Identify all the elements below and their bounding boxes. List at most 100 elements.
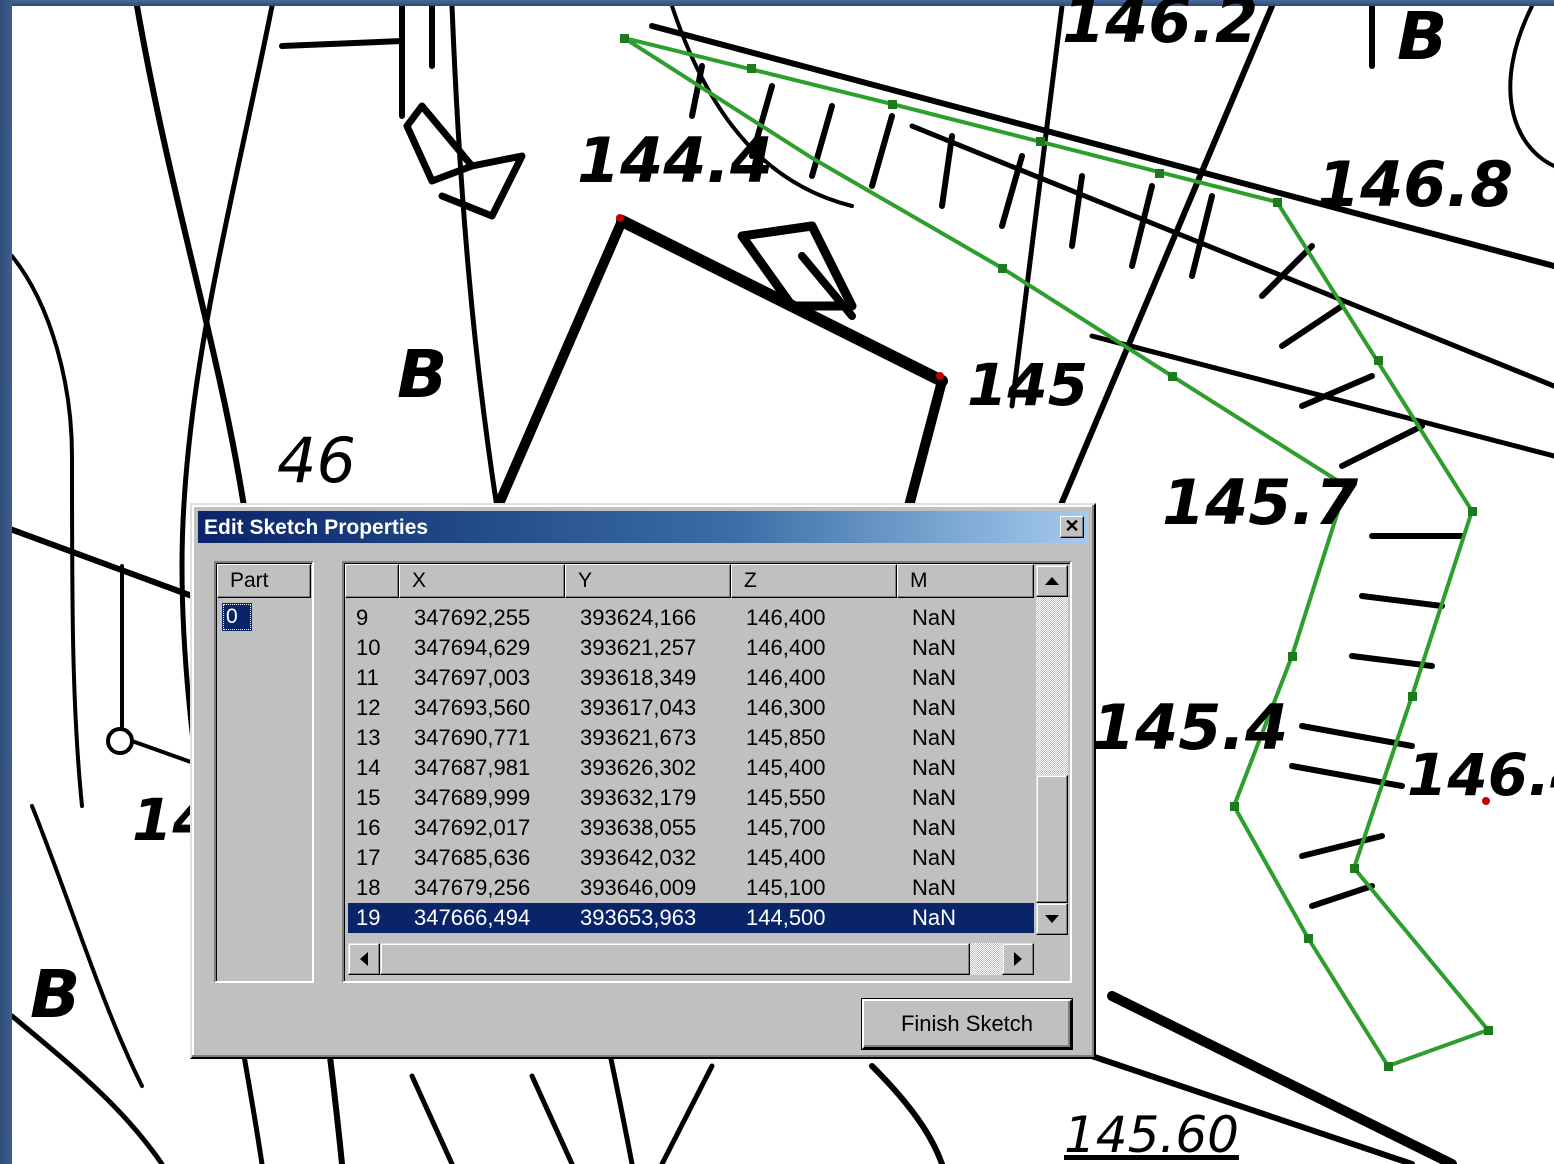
arrow-left-icon [360,952,368,966]
index-column-header[interactable] [345,564,399,598]
vertical-scrollbar[interactable] [1036,565,1068,935]
x-cell[interactable]: 347693,560 [414,693,530,723]
z-column-header[interactable]: Z [731,564,897,598]
x-cell[interactable]: 347685,636 [414,843,530,873]
x-cell[interactable]: 347679,256 [414,873,530,903]
z-cell[interactable]: 145,850 [746,723,826,753]
x-cell[interactable]: 347697,003 [414,663,530,693]
table-row[interactable]: 16 347692,017 393638,055 145,700 NaN [348,813,1034,843]
x-cell[interactable]: 347692,017 [414,813,530,843]
table-row[interactable]: 9 347692,255 393624,166 146,400 NaN [348,603,1034,633]
z-cell[interactable]: 145,400 [746,753,826,783]
horizontal-scrollbar[interactable] [348,943,1034,975]
y-cell[interactable]: 393632,179 [580,783,696,813]
row-index-cell[interactable]: 12 [356,693,380,723]
y-column-header[interactable]: Y [565,564,731,598]
table-row[interactable]: 10 347694,629 393621,257 146,400 NaN [348,633,1034,663]
z-cell[interactable]: 145,100 [746,873,826,903]
x-cell[interactable]: 347690,771 [414,723,530,753]
row-index-cell[interactable]: 13 [356,723,380,753]
row-index-cell[interactable]: 16 [356,813,380,843]
row-index-cell[interactable]: 17 [356,843,380,873]
row-index-cell[interactable]: 11 [356,663,379,693]
y-cell[interactable]: 393621,257 [580,633,696,663]
y-cell[interactable]: 393653,963 [580,903,696,933]
z-cell[interactable]: 145,700 [746,813,826,843]
x-cell[interactable]: 347692,255 [414,603,530,633]
vertex-table[interactable]: X Y Z M 9 347692,255 393624,166 146,400 NaN 1… [342,561,1072,983]
m-cell[interactable]: NaN [912,903,956,933]
finish-sketch-button[interactable]: Finish Sketch [861,998,1073,1050]
dialog-title-bar[interactable]: Edit Sketch Properties ✕ [198,511,1088,543]
scroll-down-button[interactable] [1036,903,1068,935]
arrow-right-icon [1014,952,1022,966]
scroll-left-button[interactable] [348,943,380,975]
screen: 144.4 146.8 145.7 145.4 146.4 145.60 146… [0,0,1554,1164]
table-row[interactable]: 12 347693,560 393617,043 146,300 NaN [348,693,1034,723]
y-cell[interactable]: 393621,673 [580,723,696,753]
scroll-right-button[interactable] [1002,943,1034,975]
table-row[interactable]: 11 347697,003 393618,349 146,400 NaN [348,663,1034,693]
horizontal-scroll-thumb[interactable] [380,943,970,975]
y-cell[interactable]: 393617,043 [580,693,696,723]
x-column-header[interactable]: X [399,564,565,598]
x-cell[interactable]: 347687,981 [414,753,530,783]
table-row[interactable]: 13 347690,771 393621,673 145,850 NaN [348,723,1034,753]
x-cell[interactable]: 347666,494 [414,903,530,933]
m-cell[interactable]: NaN [912,753,956,783]
close-button[interactable]: ✕ [1060,516,1084,538]
map-label-elevation: 146.8 [1317,148,1514,221]
map-label-elevation: 145.7 [1162,466,1359,539]
y-cell[interactable]: 393638,055 [580,813,696,843]
table-row[interactable]: 14 347687,981 393626,302 145,400 NaN [348,753,1034,783]
m-cell[interactable]: NaN [912,603,956,633]
y-cell[interactable]: 393626,302 [580,753,696,783]
m-column-header[interactable]: M [897,564,1034,598]
vertex-rows: 9 347692,255 393624,166 146,400 NaN 10 347694,… [348,603,1034,933]
m-cell[interactable]: NaN [912,633,956,663]
map-label-elevation: 146.4 [1407,741,1554,809]
m-cell[interactable]: NaN [912,843,956,873]
arrow-down-icon [1045,915,1059,923]
window-frame-left [0,0,12,1164]
map-label-elevation: 145.60 [1064,1106,1239,1164]
m-cell[interactable]: NaN [912,693,956,723]
table-row[interactable]: 17 347685,636 393642,032 145,400 NaN [348,843,1034,873]
z-cell[interactable]: 146,400 [746,603,826,633]
z-cell[interactable]: 145,400 [746,843,826,873]
row-index-cell[interactable]: 19 [356,903,380,933]
row-index-cell[interactable]: 15 [356,783,380,813]
part-list[interactable]: Part 0 [214,561,314,983]
vertical-scroll-thumb[interactable] [1036,775,1068,903]
part-list-item[interactable]: 0 [222,603,252,631]
y-cell[interactable]: 393618,349 [580,663,696,693]
scroll-up-button[interactable] [1036,565,1068,597]
z-cell[interactable]: 145,550 [746,783,826,813]
map-label-elevation: 144.4 [577,124,774,197]
y-cell[interactable]: 393642,032 [580,843,696,873]
part-column-header[interactable]: Part [217,564,311,598]
x-cell[interactable]: 347689,999 [414,783,530,813]
close-icon: ✕ [1064,516,1080,536]
z-cell[interactable]: 144,500 [746,903,826,933]
row-index-cell[interactable]: 10 [356,633,380,663]
x-cell[interactable]: 347694,629 [414,633,530,663]
z-cell[interactable]: 146,400 [746,633,826,663]
m-cell[interactable]: NaN [912,783,956,813]
m-cell[interactable]: NaN [912,873,956,903]
table-row[interactable]: 15 347689,999 393632,179 145,550 NaN [348,783,1034,813]
m-cell[interactable]: NaN [912,723,956,753]
m-cell[interactable]: NaN [912,663,956,693]
arrow-up-icon [1045,577,1059,585]
y-cell[interactable]: 393646,009 [580,873,696,903]
z-cell[interactable]: 146,300 [746,693,826,723]
table-row[interactable]: 19 347666,494 393653,963 144,500 NaN [348,903,1034,933]
y-cell[interactable]: 393624,166 [580,603,696,633]
map-label-elevation: 46 [277,424,356,497]
row-index-cell[interactable]: 9 [356,603,368,633]
row-index-cell[interactable]: 14 [356,753,380,783]
row-index-cell[interactable]: 18 [356,873,380,903]
m-cell[interactable]: NaN [912,813,956,843]
z-cell[interactable]: 146,400 [746,663,826,693]
table-row[interactable]: 18 347679,256 393646,009 145,100 NaN [348,873,1034,903]
